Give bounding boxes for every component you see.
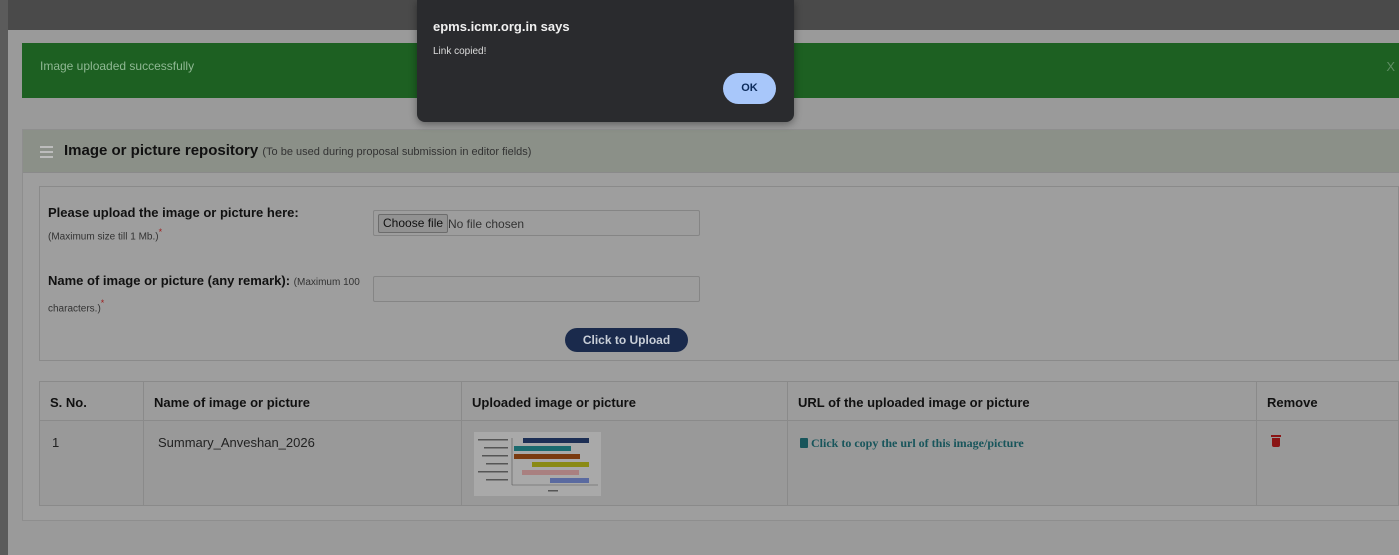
panel-header: Image or picture repository (To be used … [23, 130, 1399, 173]
dialog-message: Link copied! [433, 46, 487, 57]
repository-panel: Image or picture repository (To be used … [22, 129, 1399, 521]
copy-url-link[interactable]: Click to copy the url of this image/pict… [800, 436, 1024, 450]
table-header-row: S. No. Name of image or picture Uploaded… [39, 381, 1399, 421]
col-remove: Remove [1256, 381, 1399, 421]
upload-hint: (Maximum size till 1 Mb.)* [48, 227, 162, 242]
cell-name: Summary_Anveshan_2026 [143, 420, 462, 506]
upload-label: Please upload the image or picture here: [48, 205, 299, 220]
cell-url: Click to copy the url of this image/pict… [787, 420, 1257, 506]
file-input[interactable]: Choose file No file chosen [373, 210, 700, 236]
upload-form: Please upload the image or picture here:… [39, 186, 1399, 361]
panel-subtitle: (To be used during proposal submission i… [262, 146, 532, 158]
col-url: URL of the uploaded image or picture [787, 381, 1257, 421]
alert-close-button[interactable]: X [1386, 59, 1395, 74]
table-row: 1 Summary_Anveshan_2026 Click to copy th… [39, 420, 1399, 506]
trash-icon[interactable] [1271, 435, 1281, 447]
clipboard-icon [800, 438, 808, 448]
dialog-ok-button[interactable]: OK [723, 73, 776, 104]
upload-button[interactable]: Click to Upload [565, 328, 688, 352]
required-mark: * [158, 227, 163, 237]
upload-hint-text: (Maximum size till 1 Mb.) [48, 231, 159, 243]
name-label-text: Name of image or picture (any remark): [48, 273, 291, 288]
copy-url-text: Click to copy the url of this image/pict… [811, 436, 1024, 450]
name-label: Name of image or picture (any remark): (… [48, 271, 368, 319]
col-sno: S. No. [39, 381, 144, 421]
panel-title-text: Image or picture repository [64, 142, 259, 159]
browser-alert-dialog: epms.icmr.org.in says Link copied! OK [417, 0, 794, 122]
required-mark: * [100, 298, 105, 308]
no-file-text: No file chosen [448, 217, 525, 231]
panel-title: Image or picture repository (To be used … [64, 142, 531, 159]
cell-sno: 1 [39, 420, 144, 506]
cell-image [461, 420, 788, 506]
hamburger-icon [40, 146, 53, 161]
uploaded-image-thumbnail[interactable] [474, 432, 601, 496]
name-input[interactable] [373, 276, 700, 302]
alert-message: Image uploaded successfully [40, 59, 195, 73]
cell-remove [1256, 420, 1399, 506]
choose-file-button[interactable]: Choose file [378, 214, 449, 233]
col-name: Name of image or picture [143, 381, 462, 421]
col-image: Uploaded image or picture [461, 381, 788, 421]
images-table: S. No. Name of image or picture Uploaded… [39, 381, 1399, 506]
dialog-title: epms.icmr.org.in says [433, 19, 570, 34]
